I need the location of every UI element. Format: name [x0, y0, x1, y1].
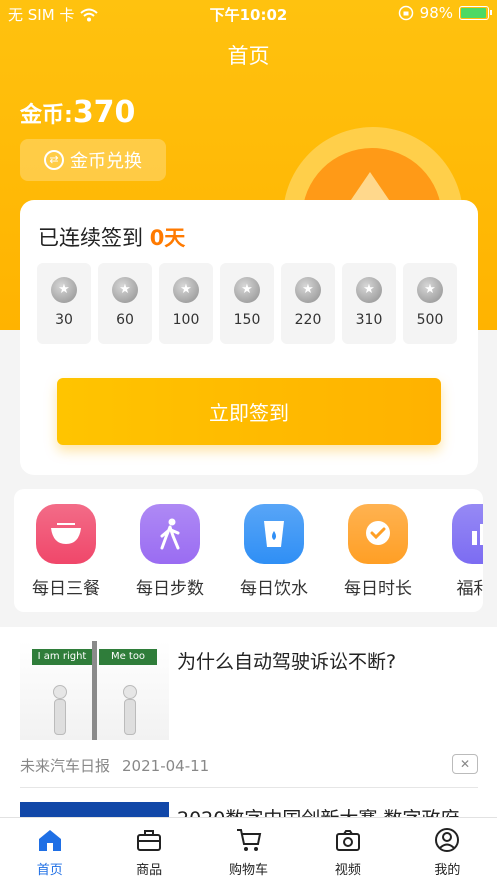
category-water[interactable]: 每日饮水 [222, 489, 326, 612]
signin-streak: 已连续签到 0天 [38, 222, 185, 252]
category-steps[interactable]: 每日步数 [118, 489, 222, 612]
tab-products[interactable]: 商品 [99, 818, 198, 883]
reward-item: ★ 310 [342, 263, 396, 344]
water-cup-icon [244, 504, 304, 564]
tab-label: 购物车 [229, 863, 269, 878]
category-duration[interactable]: 每日时长 [326, 489, 430, 612]
reward-item: ★ 30 [37, 263, 91, 344]
tab-label: 商品 [136, 863, 163, 878]
cart-icon [236, 829, 261, 851]
medal-icon: ★ [173, 277, 199, 303]
reward-value: 60 [116, 312, 134, 328]
news-date: 2021-04-11 [122, 757, 210, 775]
medal-icon: ★ [112, 277, 138, 303]
reward-value: 220 [294, 312, 322, 328]
coin-label: 金币: [20, 103, 73, 128]
signin-button[interactable]: 立即签到 [57, 378, 441, 445]
battery-icon [459, 6, 492, 20]
coin-balance: 金币: 370 [20, 95, 135, 130]
category-label: 福利商 [456, 579, 484, 599]
medal-icon: ★ [356, 277, 382, 303]
category-label: 每日饮水 [240, 579, 308, 599]
signin-streak-days: 0天 [149, 226, 186, 250]
rotation-lock-icon [398, 5, 413, 21]
bar-chart-icon [452, 504, 483, 564]
person-figure [50, 685, 70, 735]
coin-value: 370 [72, 95, 136, 130]
camera-icon [335, 830, 360, 851]
reward-value: 150 [233, 312, 261, 328]
reward-item: ★ 220 [281, 263, 335, 344]
news-meta: 未来汽车日报 2021-04-11 [20, 755, 209, 776]
reward-list: ★ 30 ★ 60 ★ 100 ★ 150 ★ 220 ★ 310 ★ 500 [37, 263, 457, 344]
tab-cart[interactable]: 购物车 [199, 818, 298, 883]
chat-check-icon [348, 504, 408, 564]
tab-label: 首页 [36, 863, 63, 878]
reward-item: ★ 150 [220, 263, 274, 344]
sign-right: Me too [99, 649, 157, 665]
bowl-icon [36, 504, 96, 564]
tab-video[interactable]: 视频 [298, 818, 397, 883]
tab-mine[interactable]: 我的 [398, 818, 497, 883]
battery-level [461, 8, 487, 18]
tab-home[interactable]: 首页 [0, 818, 99, 883]
exchange-icon: ⇄ [44, 150, 64, 170]
medal-icon: ★ [295, 277, 321, 303]
category-label: 每日时长 [344, 579, 412, 599]
signin-streak-label: 已连续签到 [38, 226, 150, 250]
category-meals[interactable]: 每日三餐 [14, 489, 118, 612]
medal-icon: ★ [234, 277, 260, 303]
sign-left: I am right [32, 649, 92, 665]
reward-item: ★ 100 [159, 263, 213, 344]
home-icon [38, 830, 61, 851]
person-figure [120, 685, 140, 735]
signpost-pole [92, 641, 97, 740]
user-icon [435, 828, 460, 852]
tab-label: 视频 [334, 863, 361, 878]
reward-item: ★ 500 [403, 263, 457, 344]
tab-bar: 首页 商品 购物车 视频 我的 [0, 817, 497, 883]
news-title: 为什么自动驾驶诉讼不断? [177, 651, 397, 673]
category-strip: 每日三餐 每日步数 每日饮水 每日时长 福利商 [14, 489, 483, 612]
coin-exchange-label: 金币兑换 [70, 151, 142, 172]
walking-icon [140, 504, 200, 564]
signin-card: 已连续签到 0天 ★ 30 ★ 60 ★ 100 ★ 150 ★ 220 ★ 310 ★ 50… [20, 200, 478, 475]
reward-value: 100 [172, 312, 200, 328]
briefcase-icon [137, 830, 162, 851]
battery-percent: 98% [419, 4, 453, 22]
coin-exchange-button[interactable]: ⇄ 金币兑换 [20, 139, 166, 181]
reward-value: 500 [416, 312, 444, 328]
category-label: 每日步数 [136, 579, 204, 599]
news-feed: I am right Me too 为什么自动驾驶诉讼不断? 未来汽车日报 202… [0, 627, 497, 830]
divider [20, 787, 478, 788]
medal-icon: ★ [417, 277, 443, 303]
reward-value: 30 [55, 312, 73, 328]
reward-value: 310 [355, 312, 383, 328]
news-source: 未来汽车日报 [20, 757, 111, 775]
reward-item: ★ 60 [98, 263, 152, 344]
page-title: 首页 [227, 44, 270, 68]
status-bar: 无 SIM 卡 下午10:02 98% [0, 0, 497, 26]
category-label: 每日三餐 [32, 579, 100, 599]
news-thumbnail: I am right Me too [20, 641, 169, 740]
medal-icon: ★ [51, 277, 77, 303]
tab-label: 我的 [434, 863, 461, 878]
close-icon[interactable]: ✕ [452, 754, 478, 774]
category-welfare[interactable]: 福利商 [430, 489, 483, 612]
